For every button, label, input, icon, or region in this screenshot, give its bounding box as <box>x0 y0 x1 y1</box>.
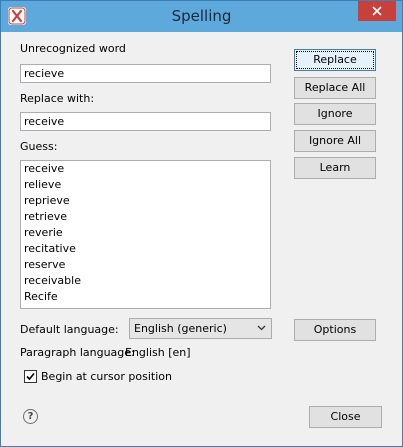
begin-at-cursor-checkbox[interactable] <box>24 370 37 383</box>
begin-at-cursor-label[interactable]: Begin at cursor position <box>41 370 172 383</box>
list-item[interactable]: relieve <box>21 177 270 193</box>
window-title: Spelling <box>171 7 232 25</box>
list-item[interactable]: retrieve <box>21 209 270 225</box>
list-item[interactable]: reserve <box>21 257 270 273</box>
default-language-select[interactable]: English (generic) <box>129 318 272 339</box>
replace-with-label: Replace with: <box>20 92 95 105</box>
list-item[interactable]: reprieve <box>21 193 270 209</box>
options-button[interactable]: Options <box>294 319 376 341</box>
check-icon <box>26 372 35 381</box>
window-close-button[interactable] <box>358 1 396 21</box>
paragraph-language-label: Paragraph language: <box>20 346 135 359</box>
replace-button[interactable]: Replace <box>294 49 376 71</box>
list-item[interactable]: receivable <box>21 273 270 289</box>
close-button[interactable]: Close <box>309 406 382 428</box>
title-bar[interactable]: Spelling <box>1 1 402 32</box>
spelling-dialog: Spelling Unrecognized word recieve Repla… <box>0 0 403 447</box>
default-language-label: Default language: <box>20 323 119 336</box>
guess-list[interactable]: receive relieve reprieve retrieve reveri… <box>20 160 271 309</box>
close-icon <box>372 6 382 16</box>
help-icon[interactable]: ? <box>23 409 38 424</box>
default-language-value: English (generic) <box>134 322 227 335</box>
unrecognized-word-label: Unrecognized word <box>20 42 126 55</box>
list-item[interactable]: recitative <box>21 241 270 257</box>
paragraph-language-value: English [en] <box>125 346 191 359</box>
list-item[interactable]: receive <box>21 161 270 177</box>
list-item[interactable]: Recife <box>21 289 270 305</box>
guess-label: Guess: <box>20 140 58 153</box>
list-item[interactable]: reverie <box>21 225 270 241</box>
dialog-body: Unrecognized word recieve Replace with: … <box>8 32 395 439</box>
unrecognized-word-field[interactable]: recieve <box>20 64 271 83</box>
chevron-down-icon <box>257 325 266 331</box>
ignore-button[interactable]: Ignore <box>294 103 376 125</box>
learn-button[interactable]: Learn <box>294 157 376 179</box>
replace-with-field[interactable]: receive <box>20 112 271 131</box>
ignore-all-button[interactable]: Ignore All <box>294 130 376 152</box>
replace-all-button[interactable]: Replace All <box>294 77 376 99</box>
